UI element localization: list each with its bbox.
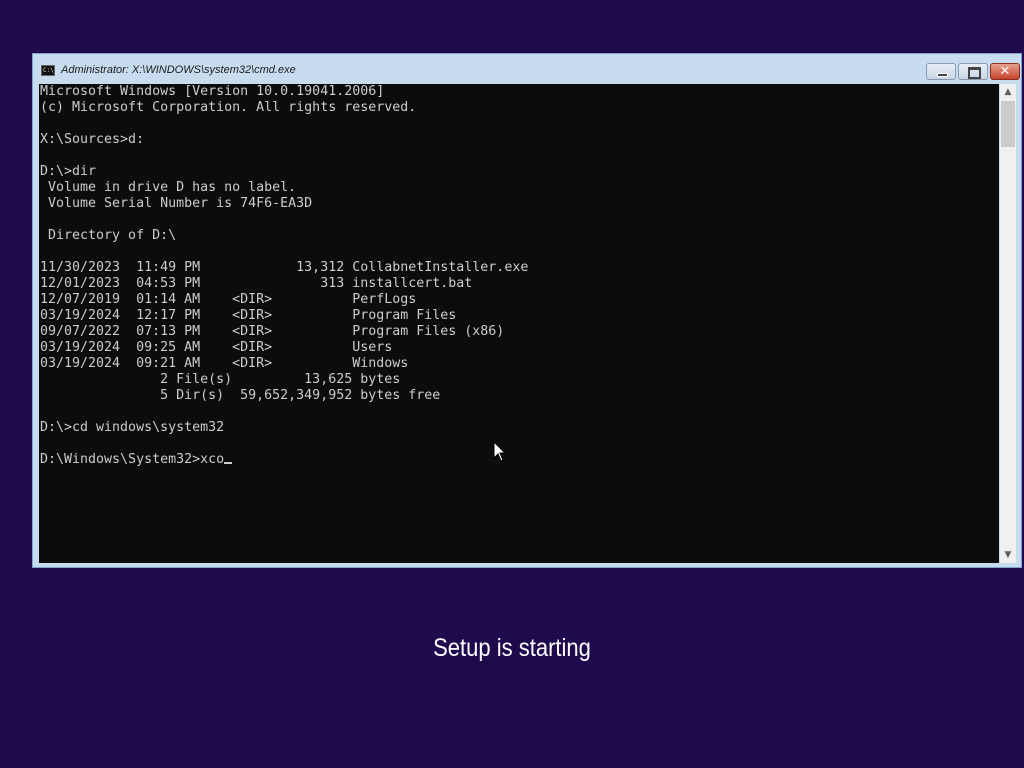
command-prompt: D:\Windows\System32> <box>40 452 201 467</box>
scroll-up-icon[interactable]: ▲ <box>1000 84 1016 100</box>
console-line: 2 File(s) 13,625 bytes <box>160 372 401 387</box>
console-line: D:\>dir <box>40 164 97 179</box>
console-line: (c) Microsoft Corporation. All rights re… <box>40 100 417 115</box>
console-output[interactable]: Microsoft Windows [Version 10.0.19041.20… <box>39 84 999 563</box>
close-icon: ✕ <box>999 64 1011 79</box>
console-line: 03/19/2024 09:21 AM <DIR> Windows <box>40 356 409 371</box>
console-history: Microsoft Windows [Version 10.0.19041.20… <box>40 84 528 435</box>
console-line: 11/30/2023 11:49 PM 13,312 CollabnetInst… <box>40 260 529 275</box>
console-line: Volume in drive D has no label. <box>48 180 297 195</box>
window-title: Administrator: X:\WINDOWS\system32\cmd.e… <box>61 64 296 76</box>
title-bar[interactable]: C:\ Administrator: X:\WINDOWS\system32\c… <box>33 54 1021 84</box>
cmd-icon: C:\ <box>41 65 55 76</box>
console-line: D:\>cd windows\system32 <box>40 420 225 435</box>
scroll-down-icon[interactable]: ▼ <box>1000 547 1016 563</box>
setup-status-text: Setup is starting <box>433 634 591 662</box>
text-cursor <box>224 462 233 464</box>
vertical-scrollbar[interactable]: ▲ ▼ <box>1000 84 1016 563</box>
mouse-pointer-icon <box>493 441 507 462</box>
minimize-icon <box>937 73 948 77</box>
console-line: 03/19/2024 12:17 PM <DIR> Program Files <box>40 308 457 323</box>
console-line: 12/01/2023 04:53 PM 313 installcert.bat <box>40 276 473 291</box>
console-line: Microsoft Windows [Version 10.0.19041.20… <box>40 84 385 99</box>
minimize-button[interactable] <box>926 63 956 80</box>
cmd-window[interactable]: C:\ Administrator: X:\WINDOWS\system32\c… <box>32 53 1022 568</box>
close-button[interactable]: ✕ <box>990 63 1020 80</box>
console-line: 03/19/2024 09:25 AM <DIR> Users <box>40 340 393 355</box>
console-line: 5 Dir(s) 59,652,349,952 bytes free <box>160 388 441 403</box>
caption-buttons: ✕ <box>926 63 1020 80</box>
console-line: X:\Sources>d: <box>40 132 145 147</box>
scrollbar-thumb[interactable] <box>1001 101 1015 147</box>
maximize-icon <box>968 67 981 79</box>
console-line: 09/07/2022 07:13 PM <DIR> Program Files … <box>40 324 505 339</box>
console-line: Directory of D:\ <box>48 228 177 243</box>
command-input[interactable]: xco <box>200 452 224 467</box>
console-line: 12/07/2019 01:14 AM <DIR> PerfLogs <box>40 292 417 307</box>
maximize-button[interactable] <box>958 63 988 80</box>
console-text[interactable]: Microsoft Windows [Version 10.0.19041.20… <box>39 84 999 468</box>
console-line: Volume Serial Number is 74F6-EA3D <box>48 196 313 211</box>
